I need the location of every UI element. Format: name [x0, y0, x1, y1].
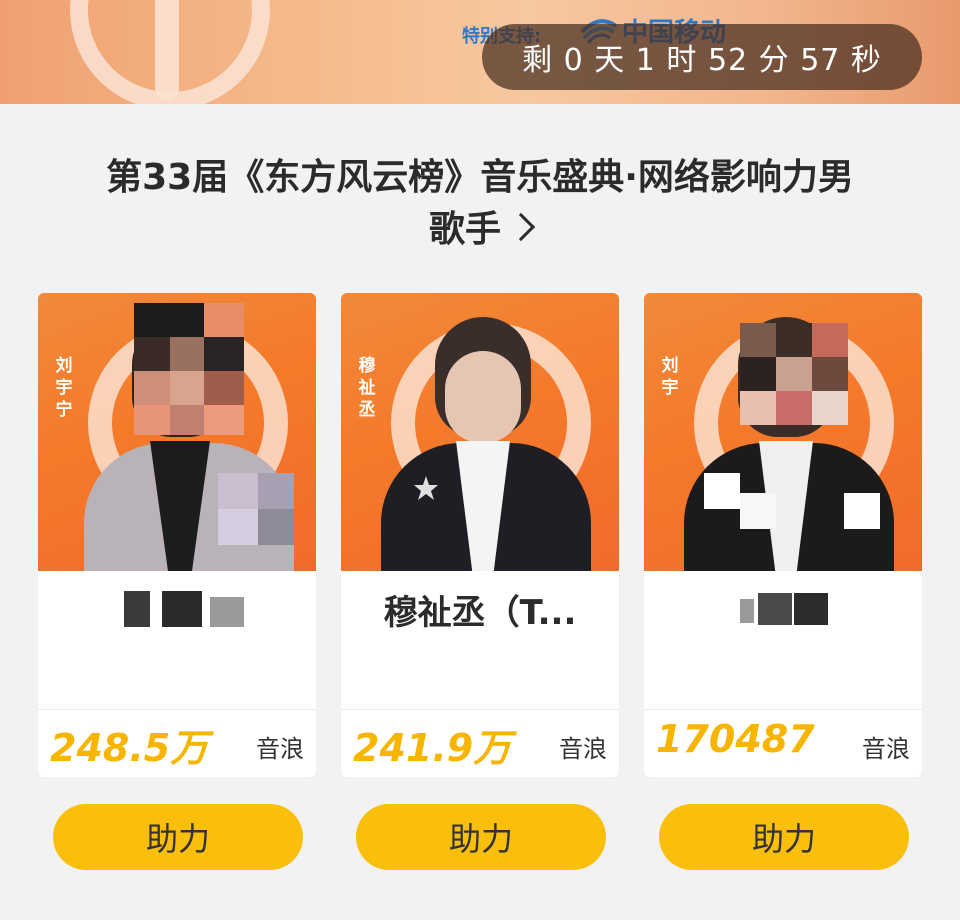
candidate-photo: 穆祉丞 — [341, 293, 619, 571]
candidate-score: 248.5万 — [50, 726, 209, 770]
candidate-card[interactable]: 刘宇 170487 音浪 — [644, 293, 922, 777]
cheer-button[interactable]: 助力 — [356, 804, 606, 870]
candidate-name: 穆祉丞（T... — [383, 593, 577, 633]
candidate-photo: 刘宇 — [644, 293, 922, 571]
cheer-button[interactable]: 助力 — [53, 804, 303, 870]
score-unit: 音浪 — [256, 735, 304, 763]
star-brooch-icon — [414, 476, 438, 500]
score-unit: 音浪 — [559, 735, 607, 763]
photo-name-label: 刘宇宁 — [55, 356, 73, 420]
photo-name-label: 刘宇 — [661, 356, 679, 398]
candidate-card[interactable]: 刘宇宁 248.5万 音浪 — [38, 293, 316, 777]
event-banner: 特别支持: 中国移动 剩 0 天 1 时 52 分 57 秒 — [0, 0, 960, 104]
photo-name-label: 穆祉丞 — [358, 356, 376, 420]
countdown-timer: 剩 0 天 1 时 52 分 57 秒 — [482, 24, 922, 90]
candidate-score: 170487 — [656, 717, 815, 761]
candidate-photo: 刘宇宁 — [38, 293, 316, 571]
cheer-button[interactable]: 助力 — [659, 804, 909, 870]
chevron-right-icon — [506, 212, 536, 242]
banner-decoration-bar — [155, 0, 179, 100]
award-title-line1: 第33届《东方风云榜》音乐盛典·网络影响力男 — [106, 157, 854, 198]
award-title-line2: 歌手 — [428, 209, 501, 250]
candidate-card[interactable]: 穆祉丞 穆祉丞（T... 241.9万 音浪 — [341, 293, 619, 777]
censored-name — [740, 599, 754, 623]
censored-name — [124, 591, 150, 627]
award-title-link[interactable]: 第33届《东方风云榜》音乐盛典·网络影响力男 歌手 — [30, 152, 930, 256]
candidate-score: 241.9万 — [353, 726, 512, 770]
score-unit: 音浪 — [862, 735, 910, 763]
